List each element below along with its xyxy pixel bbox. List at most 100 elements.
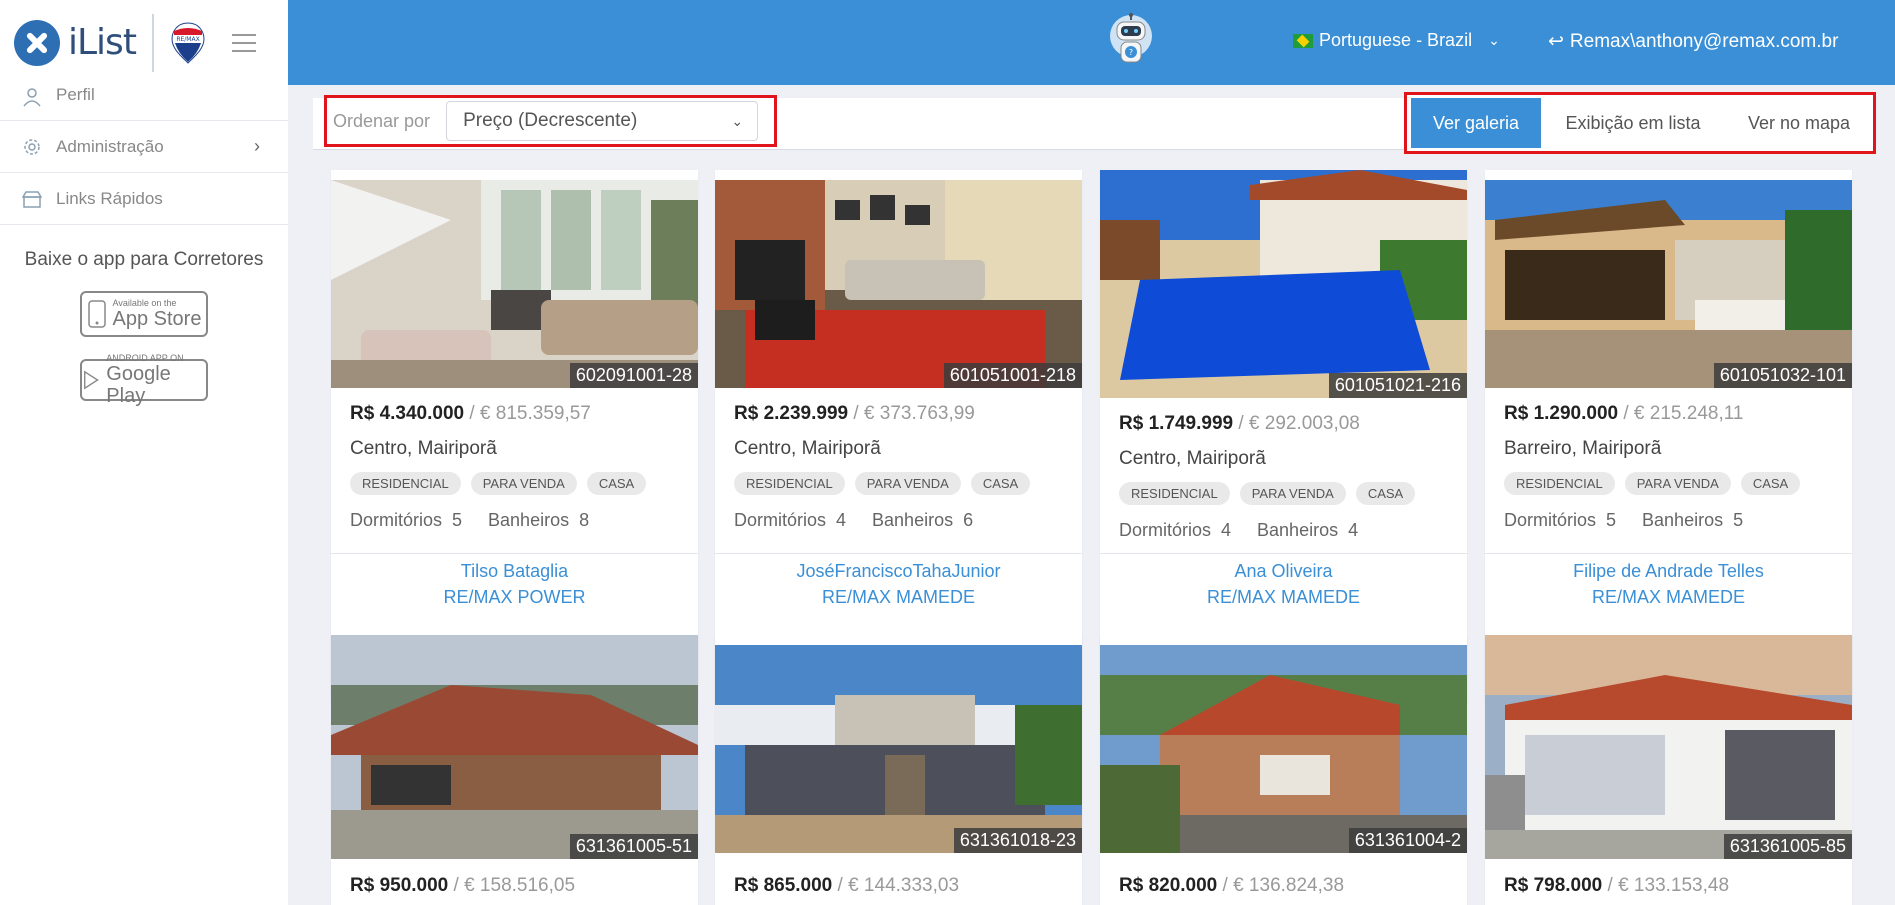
tag: PARA VENDA <box>470 472 577 495</box>
listing-photo[interactable]: 631361005-85 <box>1485 635 1852 859</box>
svg-text:?: ? <box>1129 48 1133 57</box>
listing-rooms: Dormitórios 4 Banheiros 6 <box>734 510 989 531</box>
agent-office-link[interactable]: RE/MAX POWER <box>331 584 698 610</box>
price-eur: / € 292.003,08 <box>1238 413 1360 434</box>
brand-divider <box>151 13 154 72</box>
user-menu[interactable]: ↩ Remax\anthony@remax.com.br <box>1548 30 1838 53</box>
price-row: R$ 1.290.000 / € 215.248,11 <box>1504 403 1743 425</box>
price-brl: R$ 798.000 <box>1504 875 1603 896</box>
listing-card[interactable]: 601051032-101 R$ 1.290.000 / € 215.248,1… <box>1485 170 1852 702</box>
den-photo <box>715 180 1082 388</box>
brand-name: iList <box>68 22 137 63</box>
listing-photo[interactable]: 601051001-218 <box>715 180 1082 388</box>
bathrooms-label: Banheiros <box>1642 510 1724 530</box>
tag: CASA <box>1740 472 1801 495</box>
sort-value: Preço (Decrescente) <box>463 110 638 131</box>
listing-code: 631361005-51 <box>569 834 698 859</box>
sidebar-item-label: Perfil <box>56 85 95 104</box>
listing-card[interactable]: 601051001-218 R$ 2.239.999 / € 373.763,9… <box>715 170 1082 702</box>
listing-photo[interactable]: 601051021-216 <box>1100 170 1467 398</box>
agent-office-link[interactable]: RE/MAX MAMEDE <box>1100 584 1467 610</box>
listing-photo[interactable]: 602091001-28 <box>331 180 698 388</box>
listing-agent: Filipe de Andrade Telles RE/MAX MAMEDE <box>1485 553 1852 617</box>
agent-name-link[interactable]: Filipe de Andrade Telles <box>1485 558 1852 584</box>
main-content: Ordenar por Preço (Decrescente) ⌄ Ver ga… <box>288 85 1895 905</box>
chevron-down-icon: ⌄ <box>1488 32 1500 48</box>
store-icon <box>20 187 44 211</box>
sidebar-item-administracao[interactable]: Administração › <box>0 121 288 173</box>
price-brl: R$ 865.000 <box>734 875 833 896</box>
listing-photo[interactable]: 601051032-101 <box>1485 180 1852 388</box>
price-brl: R$ 950.000 <box>350 875 449 896</box>
brand-area: iList RE/MAX <box>0 0 288 85</box>
bathrooms-count: 4 <box>1348 520 1359 540</box>
brick-house-photo <box>331 635 698 859</box>
price-eur: / € 373.763,99 <box>853 403 975 424</box>
listing-location: Centro, Mairiporã <box>734 438 881 459</box>
price-eur: / € 144.333,03 <box>837 875 960 896</box>
price-row: R$ 865.000 / € 144.333,03 <box>734 875 959 897</box>
gear-icon <box>20 135 44 159</box>
listing-agent: Tilso Bataglia RE/MAX POWER <box>331 553 698 617</box>
listing-tags: RESIDENCIAL PARA VENDA CASA <box>350 472 647 495</box>
tag: RESIDENCIAL <box>1504 472 1615 495</box>
white-gate-house-photo <box>1485 635 1852 859</box>
listing-code: 601051001-218 <box>943 363 1082 388</box>
app-store-badge[interactable]: Available on the App Store <box>80 291 208 337</box>
listing-tags: RESIDENCIAL PARA VENDA CASA <box>1504 472 1801 495</box>
sidebar: Perfil Administração › Links Rápidos Bai… <box>0 85 288 905</box>
agent-office-link[interactable]: RE/MAX MAMEDE <box>715 584 1082 610</box>
gallery-view-button[interactable]: Ver galeria <box>1411 98 1541 148</box>
listing-photo[interactable]: 631361004-2 <box>1100 645 1467 853</box>
menu-toggle-icon[interactable] <box>231 33 256 52</box>
tag: RESIDENCIAL <box>1119 482 1230 505</box>
listing-tags: RESIDENCIAL PARA VENDA CASA <box>734 472 1031 495</box>
bedrooms-count: 5 <box>452 510 463 530</box>
bedrooms-label: Dormitórios <box>734 510 827 530</box>
listing-card[interactable]: 631361005-85 R$ 798.000 / € 133.153,48 <box>1485 635 1852 905</box>
listing-agent: Ana Oliveira RE/MAX MAMEDE <box>1100 553 1467 617</box>
ilist-logo-icon <box>14 19 60 66</box>
listing-card[interactable]: 601051021-216 R$ 1.749.999 / € 292.003,0… <box>1100 170 1467 702</box>
listing-card[interactable]: 631361018-23 R$ 865.000 / € 144.333,03 <box>715 635 1082 905</box>
living-room-photo <box>331 180 698 388</box>
bathrooms-label: Banheiros <box>1257 520 1339 540</box>
tag: RESIDENCIAL <box>734 472 845 495</box>
listing-code: 631361018-23 <box>953 828 1082 853</box>
agent-office-link[interactable]: RE/MAX MAMEDE <box>1485 584 1852 610</box>
listing-rooms: Dormitórios 5 Banheiros 8 <box>350 510 605 531</box>
agent-name-link[interactable]: JoséFranciscoTahaJunior <box>715 558 1082 584</box>
listing-photo[interactable]: 631361005-51 <box>331 635 698 859</box>
listing-photo[interactable]: 631361018-23 <box>715 645 1082 853</box>
tag: PARA VENDA <box>1624 472 1731 495</box>
listing-card[interactable]: 602091001-28 R$ 4.340.000 / € 815.359,57… <box>331 170 698 702</box>
price-eur: / € 133.153,48 <box>1607 875 1730 896</box>
list-view-button[interactable]: Exibição em lista <box>1541 98 1725 148</box>
user-icon <box>20 85 44 109</box>
price-row: R$ 820.000 / € 136.824,38 <box>1119 875 1344 897</box>
sidebar-item-label: Administração <box>56 136 164 156</box>
google-play-large: Google Play <box>106 363 171 407</box>
map-view-button[interactable]: Ver no mapa <box>1725 98 1873 148</box>
listing-location: Centro, Mairiporã <box>350 438 497 459</box>
bedrooms-count: 5 <box>1606 510 1617 530</box>
sidebar-item-perfil[interactable]: Perfil <box>0 85 288 121</box>
remax-balloon-icon: RE/MAX <box>171 21 205 64</box>
assistant-bot-icon[interactable]: ? <box>1108 12 1154 74</box>
agent-name-link[interactable]: Ana Oliveira <box>1100 558 1467 584</box>
language-selector[interactable]: Portuguese - Brazil ⌄ <box>1293 30 1500 51</box>
sort-select[interactable]: Preço (Decrescente) ⌄ <box>446 101 759 141</box>
price-row: R$ 4.340.000 / € 815.359,57 <box>350 403 591 425</box>
listing-agent: JoséFranciscoTahaJunior RE/MAX MAMEDE <box>715 553 1082 617</box>
listing-card[interactable]: 631361004-2 R$ 820.000 / € 136.824,38 <box>1100 635 1467 905</box>
svg-text:RE/MAX: RE/MAX <box>176 36 199 43</box>
user-label: Remax\anthony@remax.com.br <box>1569 30 1839 52</box>
google-play-badge[interactable]: ANDROID APP ON Google Play <box>80 353 208 407</box>
sidebar-item-links-rapidos[interactable]: Links Rápidos <box>0 173 288 225</box>
phone-icon <box>87 300 106 328</box>
agent-name-link[interactable]: Tilso Bataglia <box>331 558 698 584</box>
bedrooms-count: 4 <box>1221 520 1232 540</box>
listing-card[interactable]: 631361005-51 R$ 950.000 / € 158.516,05 <box>331 635 698 905</box>
tag: PARA VENDA <box>854 472 961 495</box>
play-icon <box>84 370 99 390</box>
